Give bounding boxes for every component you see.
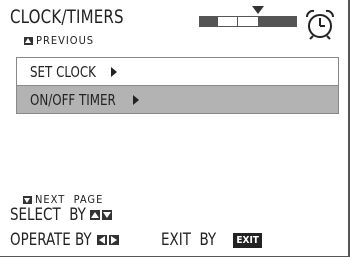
- previous-page-button[interactable]: PREVIOUS: [24, 34, 94, 47]
- select-hint: SELECT BY: [10, 205, 114, 225]
- level-segment: [237, 16, 259, 27]
- previous-label: PREVIOUS: [36, 34, 95, 47]
- down-button-icon: [102, 210, 113, 220]
- menu-item-label: SET CLOCK: [30, 62, 96, 81]
- chevron-right-icon: [110, 66, 117, 77]
- level-segment: [258, 16, 278, 27]
- down-arrow-icon: [23, 195, 32, 204]
- operate-exit-hint: OPERATE BY EXIT BY EXIT: [10, 230, 346, 250]
- exit-by-label: EXIT BY: [160, 230, 216, 250]
- exit-key-icon: EXIT: [233, 232, 262, 248]
- clock-timers-menu-screen: CLOCK/TIMERS PREVIOUS SET CLOCK ON/OFF T…: [0, 0, 350, 257]
- menu-item-set-clock[interactable]: SET CLOCK: [16, 57, 339, 86]
- left-button-icon: [96, 235, 107, 245]
- menu-item-label: ON/OFF TIMER: [30, 90, 116, 109]
- menu-level-indicator: [199, 16, 298, 27]
- up-button-icon: [90, 210, 101, 220]
- level-marker-icon: [252, 6, 264, 14]
- menu-item-on-off-timer[interactable]: ON/OFF TIMER: [16, 85, 339, 114]
- level-segment: [277, 16, 298, 27]
- right-button-icon: [108, 235, 119, 245]
- operate-by-label: OPERATE BY: [10, 230, 92, 250]
- chevron-right-icon: [133, 94, 140, 105]
- up-arrow-icon: [24, 36, 33, 45]
- alarm-clock-icon: [305, 9, 335, 40]
- level-segment: [199, 16, 219, 27]
- page-title: CLOCK/TIMERS: [10, 6, 124, 28]
- select-by-label: SELECT BY: [10, 205, 86, 225]
- level-segment: [217, 16, 239, 27]
